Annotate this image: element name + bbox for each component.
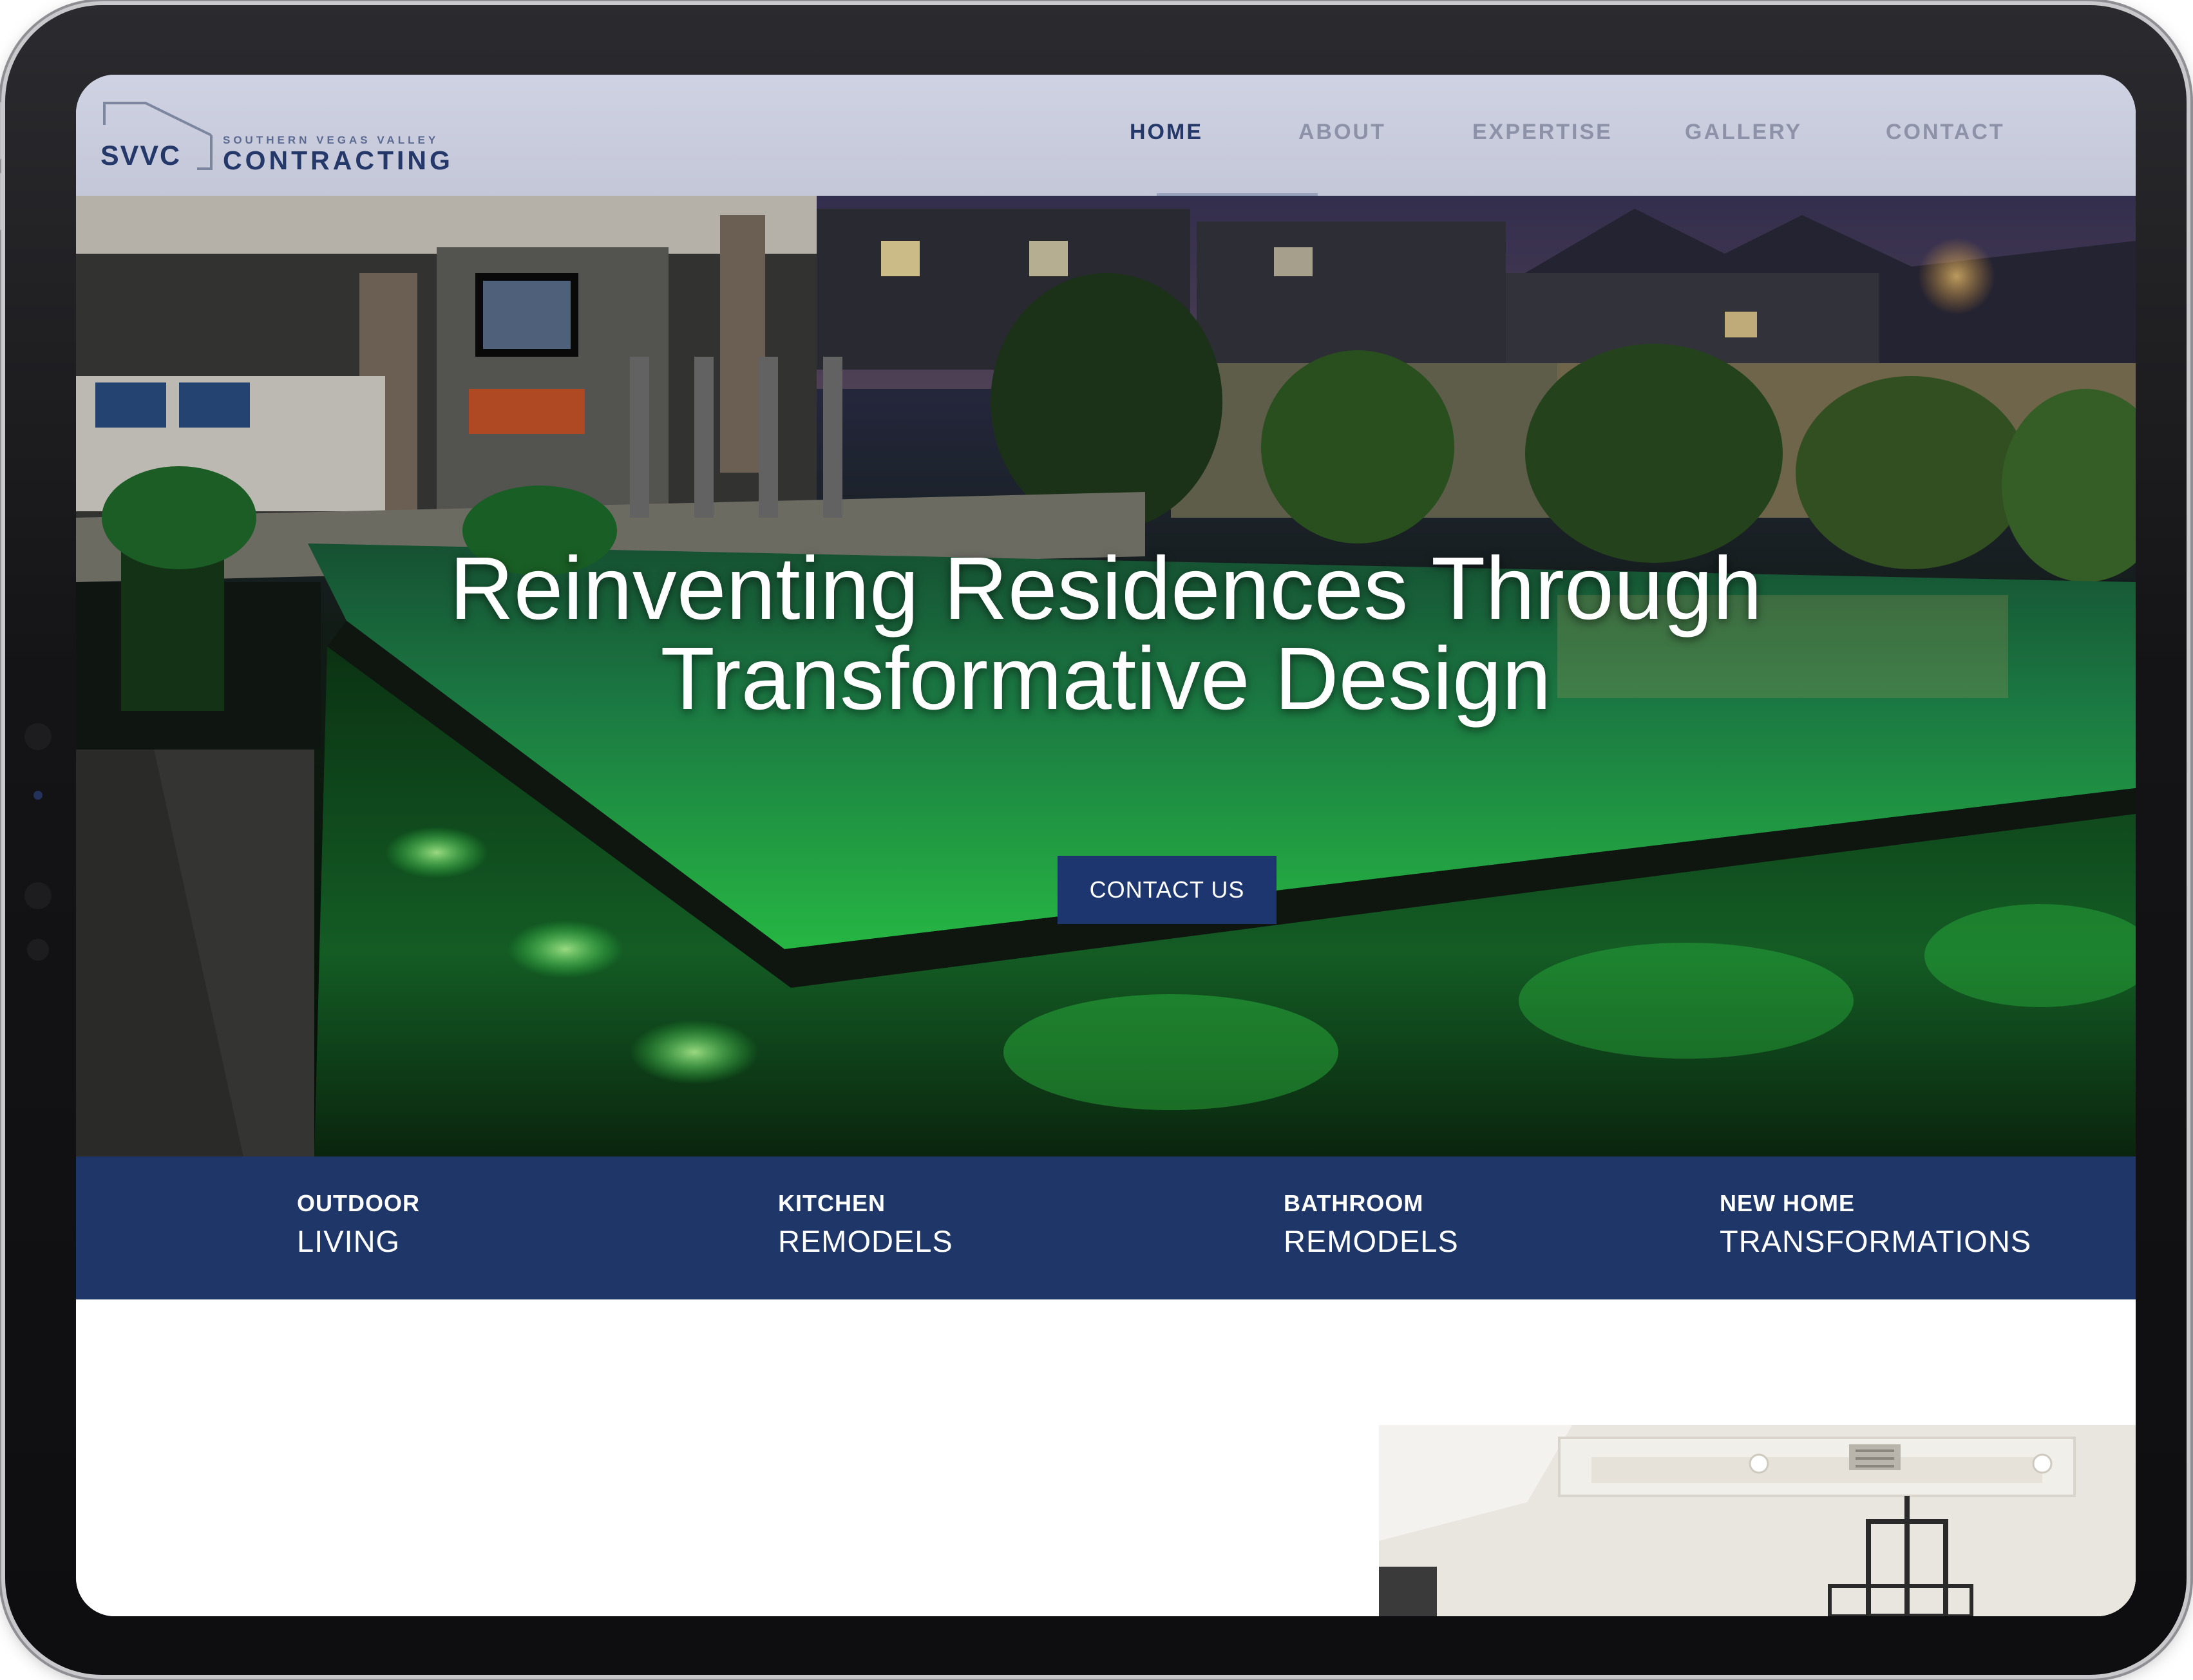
site-header: SVVC SOUTHERN VEGAS VALLEY CONTRACTING H… — [76, 75, 2136, 196]
camera-sensor — [24, 882, 52, 909]
nav-gallery[interactable]: GALLERY — [1685, 120, 1802, 145]
service-title: OUTDOOR — [297, 1190, 420, 1216]
volume-button-top — [0, 102, 1, 160]
hero-headline-line2: Transformative Design — [660, 629, 1552, 728]
services-band: OUTDOOR LIVING KITCHEN REMODELS BATHROOM… — [76, 1156, 2136, 1299]
logo-abbreviation: SVVC — [100, 140, 182, 171]
service-subtitle: LIVING — [297, 1224, 401, 1258]
tablet-frame: SVVC SOUTHERN VEGAS VALLEY CONTRACTING H… — [0, 5, 2187, 1675]
content-section — [76, 1299, 2136, 1616]
interior-room-image — [1379, 1425, 2136, 1616]
camera-sensor — [27, 939, 49, 961]
nav-about[interactable]: ABOUT — [1298, 120, 1386, 145]
volume-button-bottom — [0, 173, 1, 231]
service-subtitle: REMODELS — [778, 1224, 953, 1258]
service-title: NEW HOME — [1720, 1190, 1855, 1216]
nav-expertise[interactable]: EXPERTISE — [1472, 120, 1613, 145]
service-bathroom-remodels[interactable]: BATHROOM REMODELS — [1284, 1190, 1459, 1259]
nav-contact[interactable]: CONTACT — [1886, 120, 2005, 145]
screen: SVVC SOUTHERN VEGAS VALLEY CONTRACTING H… — [76, 75, 2136, 1616]
hero-headline: Reinventing Residences Through Transform… — [76, 543, 2136, 724]
camera-sensor — [24, 723, 52, 750]
service-new-home-transformations[interactable]: NEW HOME TRANSFORMATIONS — [1720, 1190, 2031, 1259]
camera-sensor — [33, 791, 43, 800]
service-outdoor-living[interactable]: OUTDOOR LIVING — [297, 1190, 420, 1259]
service-title: KITCHEN — [778, 1190, 886, 1216]
logo-name: CONTRACTING — [223, 146, 453, 175]
service-title: BATHROOM — [1284, 1190, 1424, 1216]
nav-home[interactable]: HOME — [1130, 120, 1203, 145]
interior-photo — [1379, 1425, 2136, 1616]
contact-us-button[interactable]: CONTACT US — [1058, 856, 1277, 924]
hero-headline-line1: Reinventing Residences Through — [449, 539, 1763, 638]
service-subtitle: REMODELS — [1284, 1224, 1459, 1258]
brand-logo[interactable]: SVVC SOUTHERN VEGAS VALLEY CONTRACTING — [100, 99, 487, 176]
service-subtitle: TRANSFORMATIONS — [1720, 1224, 2032, 1258]
hero-section: Reinventing Residences Through Transform… — [76, 196, 2136, 1156]
nav-active-indicator — [1157, 193, 1318, 196]
logo-tagline: SOUTHERN VEGAS VALLEY — [223, 134, 439, 146]
service-kitchen-remodels[interactable]: KITCHEN REMODELS — [778, 1190, 953, 1259]
